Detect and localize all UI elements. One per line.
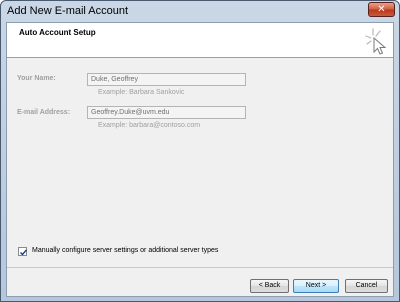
email-address-example: Example: barbara@contoso.com	[98, 122, 201, 129]
email-address-field[interactable]: Geoffrey.Duke@uvm.edu	[87, 106, 246, 119]
close-icon: ✕	[377, 4, 386, 15]
email-address-label: E-mail Address:	[17, 109, 71, 116]
checkmark-icon	[20, 249, 28, 256]
footer-divider	[7, 267, 393, 268]
next-button[interactable]: Next >	[293, 279, 339, 293]
your-name-label: Your Name:	[17, 75, 56, 82]
cancel-button[interactable]: Cancel	[345, 279, 388, 293]
your-name-field[interactable]: Duke, Geoffrey	[87, 73, 246, 86]
dialog-window: Add New E-mail Account ✕ Auto Account Se…	[0, 0, 400, 302]
back-button[interactable]: < Back	[250, 279, 289, 293]
dialog-client-area: Auto Account Setup Your Name: Duke, Geof…	[6, 22, 394, 297]
close-button[interactable]: ✕	[368, 2, 395, 17]
page-title: Auto Account Setup	[19, 28, 96, 37]
title-bar[interactable]: Add New E-mail Account ✕	[1, 1, 399, 21]
window-title: Add New E-mail Account	[7, 5, 129, 17]
manual-config-label[interactable]: Manually configure server settings or ad…	[32, 247, 218, 254]
header-panel: Auto Account Setup	[7, 23, 393, 58]
your-name-example: Example: Barbara Sankovic	[98, 89, 185, 96]
manual-config-checkbox[interactable]	[18, 247, 28, 256]
mouse-cursor-sparkle-icon	[365, 28, 387, 55]
